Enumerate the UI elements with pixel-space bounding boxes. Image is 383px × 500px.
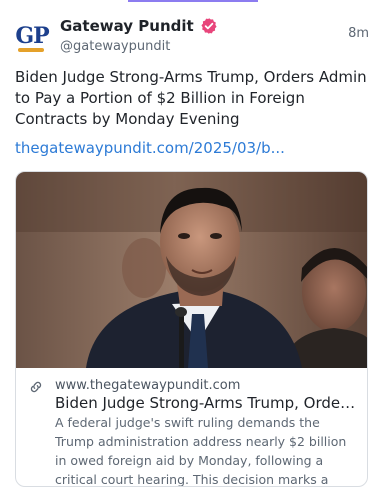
link-preview-image[interactable]	[16, 172, 367, 368]
link-preview-description: A federal judge's swift ruling demands t…	[55, 415, 347, 487]
verified-badge-icon	[201, 18, 217, 34]
link-chain-icon	[30, 381, 42, 393]
link-preview-body[interactable]: www.thegatewaypundit.com Biden Judge Str…	[16, 370, 367, 486]
link-preview-domain: www.thegatewaypundit.com	[55, 378, 241, 393]
post-timestamp[interactable]: 8m	[348, 26, 369, 41]
avatar[interactable]: GP	[14, 18, 50, 54]
link-preview-card[interactable]: www.thegatewaypundit.com Biden Judge Str…	[15, 171, 368, 487]
link-preview-title[interactable]: Biden Judge Strong-Arms Trump, Orders Ad…	[55, 394, 361, 412]
avatar-swoosh	[18, 48, 44, 52]
post-text: Biden Judge Strong-Arms Trump, Orders Ad…	[15, 68, 367, 128]
hearing-photo	[16, 172, 367, 368]
post-link[interactable]: thegatewaypundit.com/2025/03/b...	[15, 139, 285, 157]
post: GP Gateway Pundit @gatewaypundit 8m Bide…	[0, 0, 383, 500]
post-header: GP Gateway Pundit @gatewaypundit 8m	[14, 14, 369, 58]
author-handle[interactable]: @gatewaypundit	[60, 39, 218, 54]
author-display-name-row[interactable]: Gateway Pundit	[60, 17, 218, 35]
avatar-logo-text: GP	[15, 23, 49, 49]
author-names: Gateway Pundit @gatewaypundit	[60, 17, 218, 54]
author-display-name[interactable]: Gateway Pundit	[60, 17, 194, 35]
